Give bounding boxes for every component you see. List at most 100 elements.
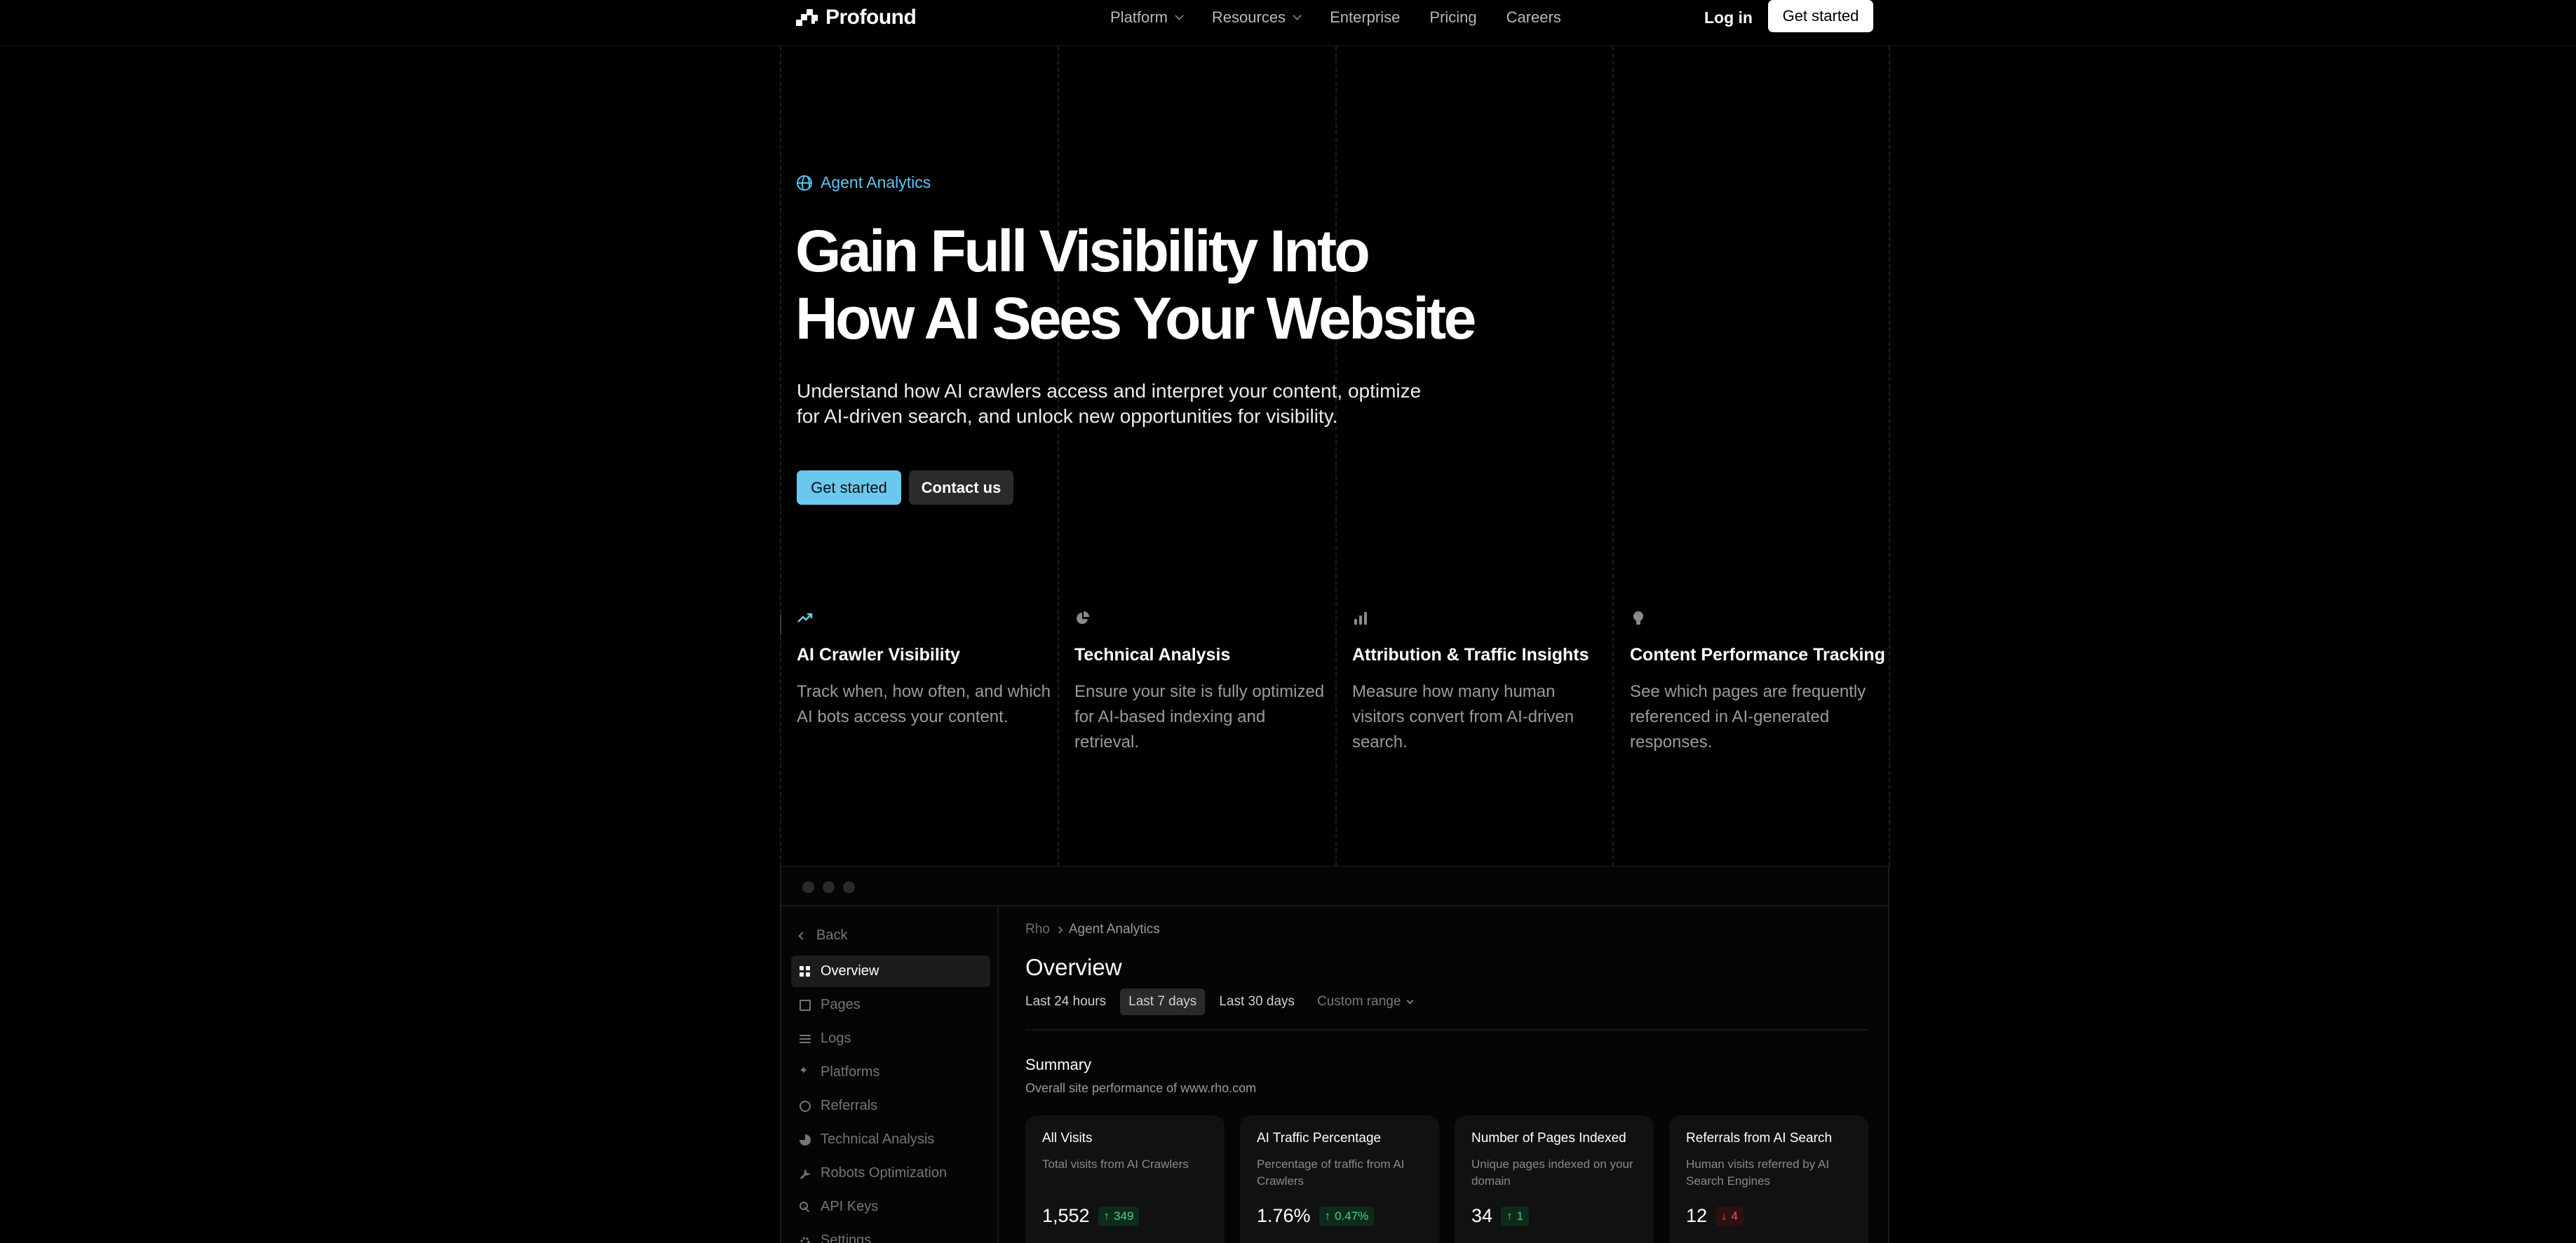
breadcrumb-current: Agent Analytics [1068,922,1160,937]
feature-description: Track when, how often, and which AI bots… [797,682,1051,726]
app-window-preview: Back Overview Pages Logs Platforms Refer… [780,867,1889,1243]
delta-badge: ↓ 4 [1715,1206,1744,1226]
sidebar-item-label: Platforms [821,1064,880,1080]
nav-link-label: Resources [1211,8,1286,26]
pie-chart-icon [800,1134,811,1146]
delta-badge: ↑ 349 [1098,1206,1140,1226]
date-range-selector: Last 24 hours Last 7 days Last 30 days C… [1025,989,1421,1015]
window-dot [823,881,835,893]
hero-title-line: How AI Sees Your Website [795,285,1476,351]
list-icon [800,1033,811,1045]
feature-description: See which pages are frequently reference… [1630,682,1866,752]
brand-logo[interactable]: Profound [796,6,917,29]
metric-card-all-visits: All Visits Total visits from AI Crawlers… [1025,1115,1225,1243]
top-navigation: Profound Platform Resources Enterprise P… [0,0,2576,46]
range-last-7-days[interactable]: Last 7 days [1120,989,1206,1015]
card-description: Total visits from AI Crawlers [1042,1157,1189,1171]
chevron-down-icon [1293,11,1302,20]
get-started-button[interactable]: Get started [797,470,901,505]
bar-chart-icon [1352,610,1369,627]
sidebar-item-logs[interactable]: Logs [791,1023,990,1054]
sidebar-item-label: Pages [821,997,861,1012]
sidebar-item-label: Referrals [821,1098,878,1113]
sidebar-item-label: Overview [821,963,879,979]
login-link[interactable]: Log in [1704,6,1753,29]
delta-value: 1 [1516,1209,1524,1223]
trending-up-icon [797,610,814,627]
feature-description: Ensure your site is fully optimized for … [1074,682,1325,752]
wrench-icon [800,1168,811,1179]
feature-title: Attribution & Traffic Insights [1352,645,1589,665]
eyebrow-tag: Agent Analytics [797,173,931,192]
metric-card-pages-indexed: Number of Pages Indexed Unique pages ind… [1455,1115,1654,1243]
range-last-24-hours[interactable]: Last 24 hours [1025,989,1114,1015]
nav-links: Platform Resources Enterprise Pricing Ca… [1110,6,1591,29]
page-icon [800,999,811,1011]
sidebar-item-label: Logs [821,1031,851,1046]
hero-title-line: Gain Full Visibility Into [795,218,1370,284]
card-title: Referrals from AI Search [1686,1131,1833,1146]
grid-line [1335,46,1337,867]
logo-icon [796,8,818,27]
metric-card-ai-traffic-percentage: AI Traffic Percentage Percentage of traf… [1240,1115,1439,1243]
nav-link-label: Careers [1506,8,1561,26]
eyebrow-label: Agent Analytics [821,173,931,191]
nav-link-enterprise[interactable]: Enterprise [1330,8,1400,27]
divider [1025,1029,1867,1031]
card-description: Unique pages indexed on your domain [1471,1157,1633,1188]
sidebar-item-overview[interactable]: Overview [791,956,990,987]
hero-subtitle-line: Understand how AI crawlers access and in… [797,380,1422,402]
sidebar-item-label: Technical Analysis [821,1132,935,1147]
range-last-30-days[interactable]: Last 30 days [1211,989,1303,1015]
feature-title: AI Crawler Visibility [797,645,960,665]
feature-ai-crawler-visibility: AI Crawler Visibility Track when, how of… [797,610,1056,730]
pie-chart-icon [1074,610,1091,627]
grid-icon [800,965,811,977]
sidebar-item-platforms[interactable]: Platforms [791,1057,990,1088]
card-title: Number of Pages Indexed [1471,1131,1626,1146]
chevron-down-icon [1175,11,1184,20]
sidebar-item-label: Settings [821,1232,872,1243]
arrow-down-icon: ↓ [1721,1209,1727,1223]
feature-marker [780,614,781,635]
nav-link-pricing[interactable]: Pricing [1429,8,1476,27]
range-custom-label: Custom range [1317,994,1401,1009]
breadcrumb-item[interactable]: Rho [1025,922,1050,937]
nav-link-platform[interactable]: Platform [1110,8,1184,27]
delta-value: 4 [1731,1209,1739,1223]
metric-card-ai-search-referrals: Referrals from AI Search Human visits re… [1669,1115,1868,1243]
nav-link-careers[interactable]: Careers [1506,8,1561,27]
back-button[interactable]: Back [798,928,847,944]
app-main-panel: Rho Agent Analytics Overview Last 24 hou… [1000,906,1889,1243]
nav-link-label: Pricing [1429,8,1477,26]
chevron-down-icon [1406,997,1414,1004]
hero-subtitle-line: for AI-driven search, and unlock new opp… [797,405,1338,427]
window-titlebar [781,867,1888,906]
sidebar-item-robots-optimization[interactable]: Robots Optimization [791,1157,990,1189]
breadcrumb: Rho Agent Analytics [1025,922,1160,937]
sidebar-item-technical-analysis[interactable]: Technical Analysis [791,1124,990,1155]
card-value: 12 [1686,1205,1708,1226]
feature-technical-analysis: Technical Analysis Ensure your site is f… [1074,610,1334,755]
window-dot [802,881,814,893]
contact-us-button[interactable]: Contact us [909,470,1013,505]
get-started-nav-button[interactable]: Get started [1768,0,1873,32]
sidebar-item-pages[interactable]: Pages [791,989,990,1021]
nav-link-resources[interactable]: Resources [1211,8,1302,27]
arrow-up-icon: ↑ [1103,1209,1110,1223]
arrow-up-icon: ↑ [1506,1209,1513,1223]
sidebar-item-api-keys[interactable]: API Keys [791,1191,990,1223]
sidebar-item-settings[interactable]: Settings [791,1225,990,1243]
grid-line [1058,46,1059,867]
window-dot [843,881,855,893]
delta-badge: ↑ 1 [1501,1206,1530,1226]
grid-line [780,46,781,867]
page-title: Overview [1025,954,1122,980]
hero-subtitle: Understand how AI crawlers access and in… [797,379,1470,429]
card-value: 34 [1471,1205,1493,1226]
referral-icon [800,1100,811,1112]
range-custom-dropdown[interactable]: Custom range [1309,989,1421,1015]
sidebar-item-referrals[interactable]: Referrals [791,1090,990,1122]
gear-icon [800,1235,811,1243]
feature-title: Content Performance Tracking [1630,645,1885,665]
